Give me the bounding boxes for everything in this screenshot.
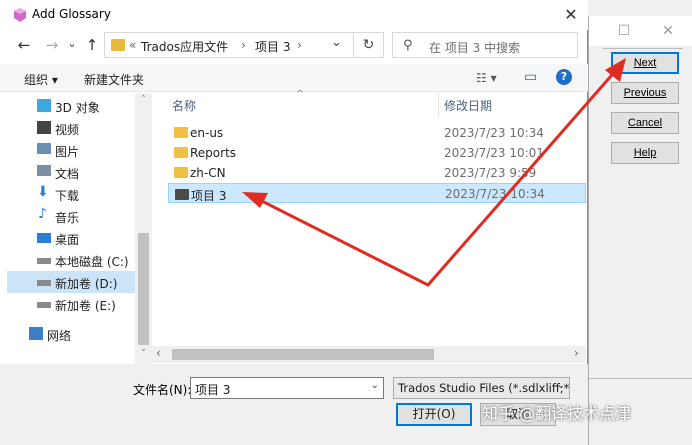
annotation-arrows: [242, 58, 626, 287]
arrow-to-next-line: [426, 66, 620, 287]
screen: ☐ ✕ Next Previous Cancel Help Add Glossa…: [0, 0, 692, 445]
arrow-to-project-line: [250, 194, 430, 287]
arrow-to-project-head: [242, 192, 268, 208]
